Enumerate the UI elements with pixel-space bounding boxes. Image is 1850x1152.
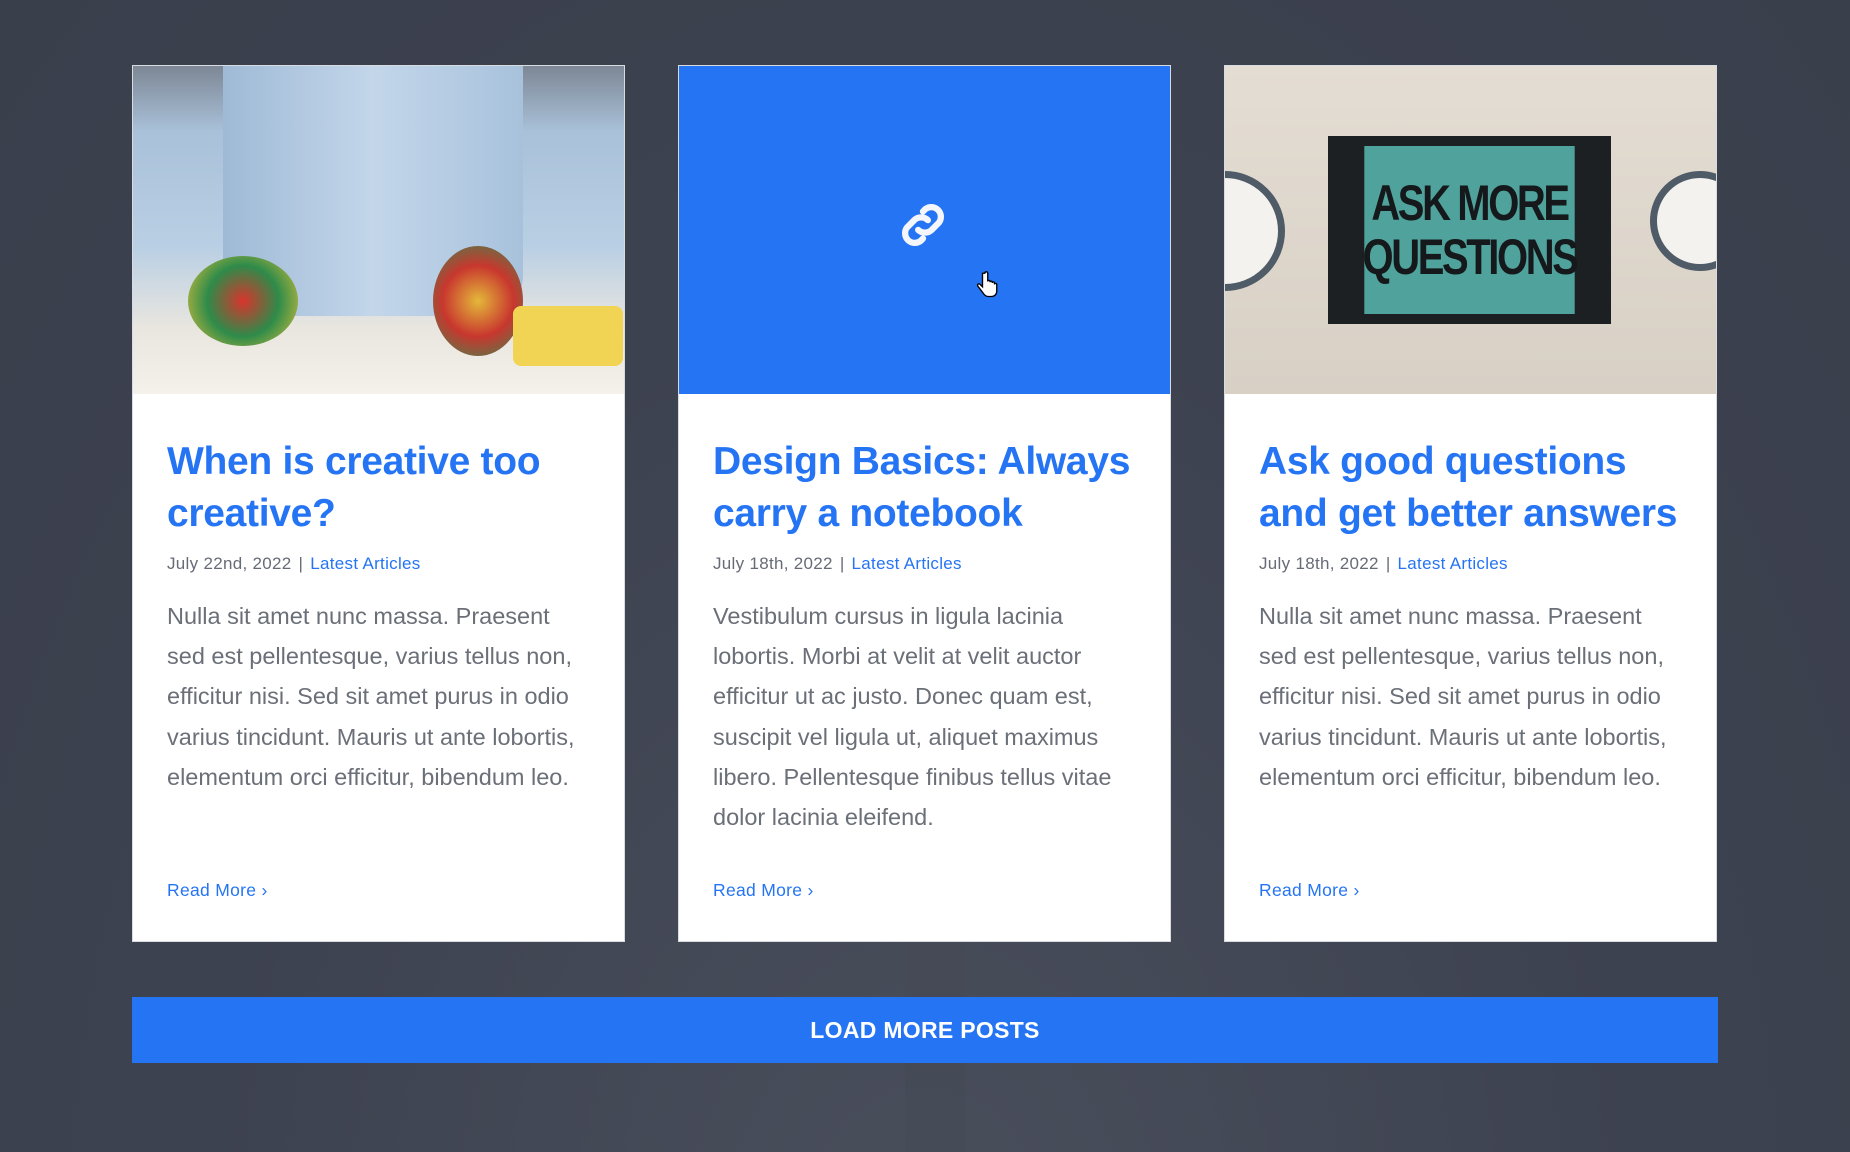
- meta-separator: |: [298, 554, 304, 573]
- load-more-posts-button[interactable]: LOAD MORE POSTS: [132, 997, 1718, 1063]
- post-card: When is creative too creative? July 22nd…: [132, 65, 625, 942]
- post-category-link[interactable]: Latest Articles: [852, 554, 962, 573]
- read-more-link[interactable]: Read More ›: [1259, 880, 1360, 901]
- read-more-label: Read More: [713, 880, 803, 900]
- post-image[interactable]: [133, 66, 624, 394]
- post-excerpt: Vestibulum cursus in ligula lacinia lobo…: [713, 603, 1112, 831]
- read-more-label: Read More: [1259, 880, 1349, 900]
- poster-image: ASK MORE QUESTIONS: [1328, 136, 1611, 324]
- post-card: Design Basics: Always carry a notebook J…: [678, 65, 1171, 942]
- post-date: July 18th, 2022: [1259, 554, 1379, 573]
- chevron-right-icon: ›: [807, 880, 814, 900]
- meta-separator: |: [839, 554, 845, 573]
- wall-clock: [1650, 171, 1716, 271]
- post-excerpt: Nulla sit amet nunc massa. Praesent sed …: [1259, 603, 1667, 790]
- post-meta: July 18th, 2022 | Latest Articles: [1259, 554, 1686, 574]
- paint-pot: [513, 306, 623, 366]
- poster-text: ASK MORE: [1371, 175, 1570, 231]
- hand-cursor-icon: [976, 271, 998, 298]
- chevron-right-icon: ›: [1353, 880, 1360, 900]
- post-title[interactable]: Design Basics: Always carry a notebook: [713, 436, 1140, 540]
- post-title[interactable]: Ask good questions and get better answer…: [1259, 436, 1686, 540]
- post-card: ASK MORE QUESTIONS Ask good questions and…: [1224, 65, 1717, 942]
- post-image[interactable]: ASK MORE QUESTIONS: [1225, 66, 1716, 394]
- link-icon: [902, 204, 944, 246]
- meta-separator: |: [1385, 554, 1391, 573]
- read-more-link[interactable]: Read More ›: [167, 880, 268, 901]
- chevron-right-icon: ›: [261, 880, 268, 900]
- post-category-link[interactable]: Latest Articles: [1398, 554, 1508, 573]
- read-more-link[interactable]: Read More ›: [713, 880, 814, 901]
- post-category-link[interactable]: Latest Articles: [310, 554, 420, 573]
- post-meta: July 22nd, 2022 | Latest Articles: [167, 554, 594, 574]
- post-meta: July 18th, 2022 | Latest Articles: [713, 554, 1140, 574]
- painted-hand: [433, 246, 523, 356]
- post-date: July 22nd, 2022: [167, 554, 292, 573]
- painted-hand: [188, 256, 298, 346]
- read-more-label: Read More: [167, 880, 257, 900]
- poster-text: QUESTIONS: [1362, 229, 1579, 285]
- wall-clock: [1225, 171, 1285, 291]
- post-excerpt: Nulla sit amet nunc massa. Praesent sed …: [167, 603, 575, 790]
- post-title[interactable]: When is creative too creative?: [167, 436, 594, 540]
- post-link-media[interactable]: [679, 66, 1170, 394]
- post-date: July 18th, 2022: [713, 554, 833, 573]
